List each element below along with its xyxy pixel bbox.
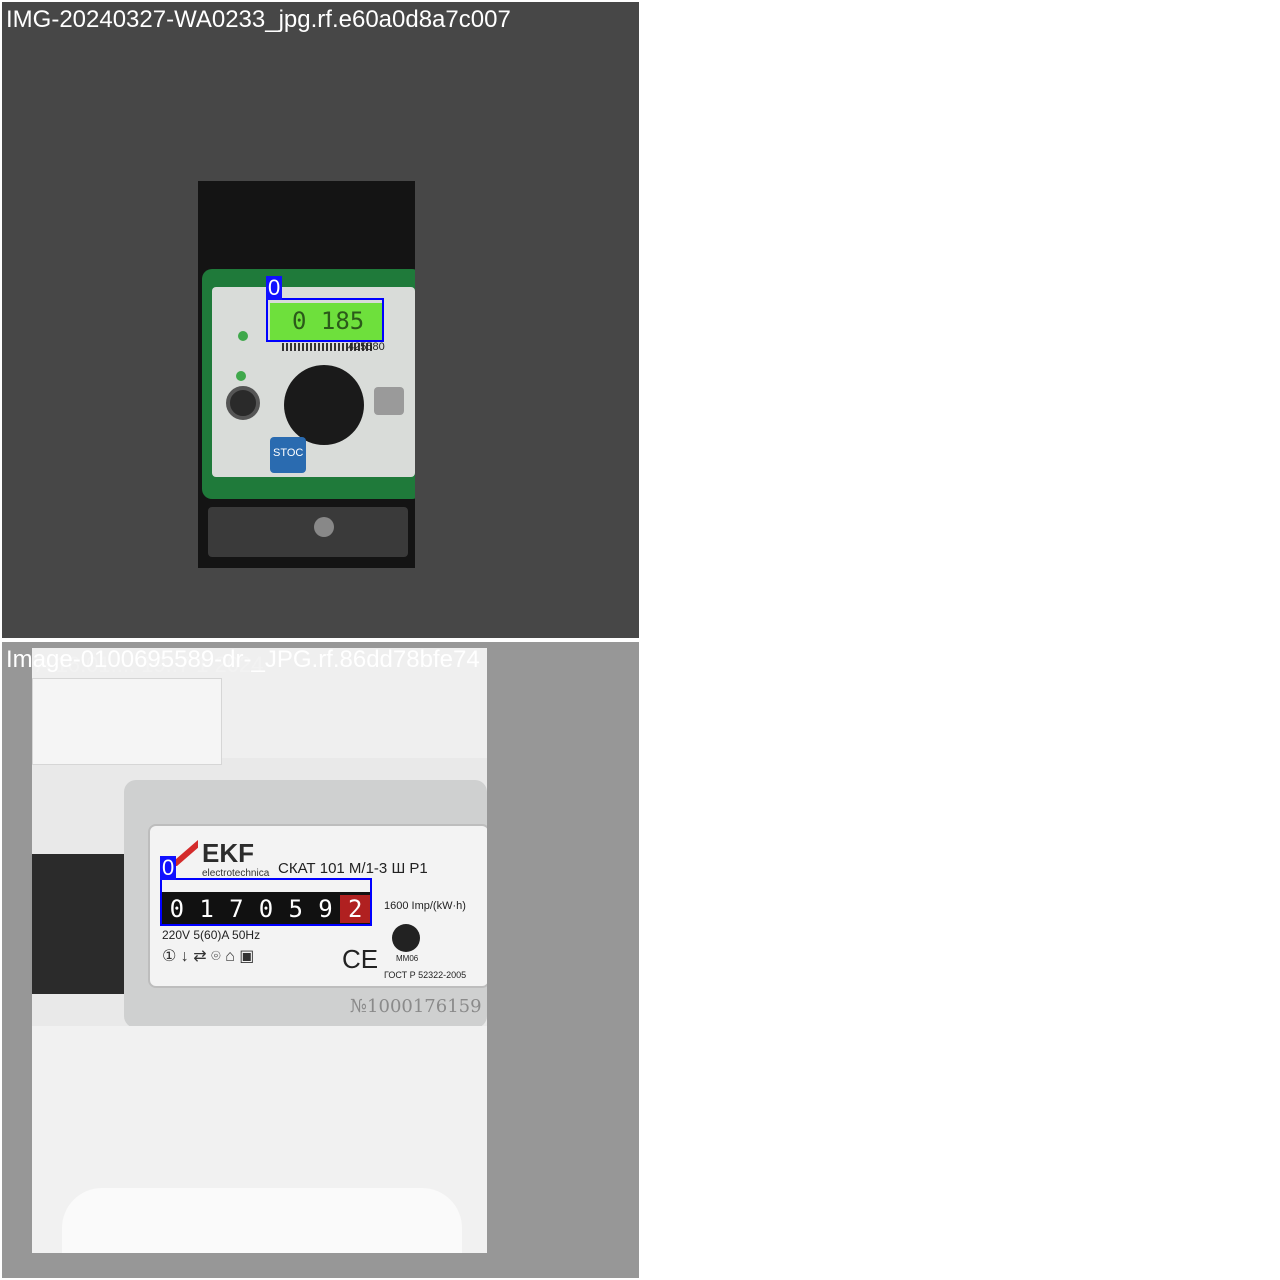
- terminal-screw: [314, 517, 334, 537]
- meter-photo-1: 0 185 425580 STOC: [198, 181, 415, 568]
- model-name: СКАТ 101 М/1-3 Ш Р1: [278, 860, 428, 877]
- meter-button: [226, 386, 260, 420]
- image-tile-2: EKF electrotechnica СКАТ 101 М/1-3 Ш Р1 …: [2, 642, 639, 1278]
- terminal-block: [208, 507, 408, 557]
- ce-mark: CE: [342, 944, 379, 974]
- lower-cover-curve: [62, 1188, 462, 1253]
- meter-knob: [284, 365, 364, 445]
- serial-number: №1000176159: [350, 996, 482, 1017]
- rating-text: 220V 5(60)A 50Hz: [162, 928, 261, 942]
- sticker: [32, 678, 222, 765]
- brand-name: EKF: [202, 838, 254, 868]
- meter-photo-2: EKF electrotechnica СКАТ 101 М/1-3 Ш Р1 …: [32, 648, 487, 1253]
- indicator-light: [238, 331, 248, 341]
- detection-box: [160, 878, 372, 926]
- brand-logo: STOC: [270, 437, 306, 473]
- certification-icon: [392, 924, 420, 952]
- meter-serial: 425580: [348, 341, 385, 353]
- image-title-1: IMG-20240327-WA0233_jpg.rf.e60a0d8a7c007: [6, 6, 511, 33]
- gost-text: ГОСТ Р 52322-2005: [384, 970, 467, 980]
- detection-class-label: 0: [266, 275, 283, 300]
- image-tile-1: IMG-20240327-WA0233_jpg.rf.e60a0d8a7c007…: [2, 2, 639, 638]
- image-title-2: Image-0100695589-dr-_JPG.rf.86dd78bfe74: [6, 646, 480, 673]
- detection-class-label: 0: [160, 855, 177, 880]
- meter-latch: [374, 387, 404, 415]
- detection-box: [266, 298, 384, 342]
- imp-rate: 1600 Imp/(kW·h): [384, 900, 466, 912]
- symbols-row: ① ↓ ⇄ ⌾ ⌂ ▣: [162, 948, 255, 965]
- indicator-light: [236, 371, 246, 381]
- mm-code: ММ06: [396, 954, 419, 963]
